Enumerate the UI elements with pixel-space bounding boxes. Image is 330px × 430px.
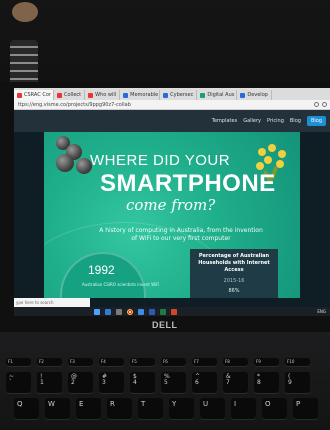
key-9[interactable]: (9 [285, 372, 310, 393]
nav-blog[interactable]: Blog [290, 118, 301, 124]
key-u[interactable]: U [200, 398, 225, 419]
task-view-icon[interactable] [94, 308, 100, 315]
key-3[interactable]: #3 [99, 372, 124, 393]
key-f5[interactable]: F5 [130, 358, 155, 366]
browser-tab[interactable]: CSRAC Cor [14, 90, 54, 100]
blog-button[interactable]: Blog [306, 116, 326, 126]
favicon-icon [88, 92, 94, 98]
browser-tab[interactable]: Cybersec [160, 90, 198, 100]
infographic-subtitle: A history of computing in Australia, fro… [99, 227, 263, 242]
stat-value: 86% [228, 288, 240, 294]
browser-tab-strip: CSRAC Cor Collect Who will Memorable Cyb… [14, 88, 330, 100]
site-header: Templates Gallery Pricing Blog Blog [14, 110, 330, 132]
browser-tab[interactable]: Develop [237, 90, 272, 100]
favicon-icon [123, 92, 129, 98]
star-icon[interactable] [314, 102, 319, 107]
timeline-caption: Australian CSIRO scientists invent WiFi [82, 282, 160, 287]
favicon-icon [200, 92, 206, 98]
excel-icon[interactable] [160, 308, 166, 315]
letter-key-row: Q W E R T Y U I O P [14, 398, 318, 419]
dell-logo: DELL [152, 320, 178, 330]
infographic-canvas: WHERE DID YOUR SMARTPHONE come from? A h… [44, 132, 300, 298]
laptop-screen: CSRAC Cor Collect Who will Memorable Cyb… [14, 88, 330, 316]
key-4[interactable]: $4 [130, 372, 155, 393]
key-q[interactable]: Q [14, 398, 39, 419]
headline-line-2: SMARTPHONE [100, 170, 276, 197]
key-p[interactable]: P [293, 398, 318, 419]
address-bar[interactable]: ttps://eng.visme.co/projects/9ppg90z7-co… [14, 100, 330, 110]
browser-tab[interactable]: Memorable [120, 90, 161, 100]
key-t[interactable]: T [138, 398, 163, 419]
file-explorer-icon[interactable] [116, 308, 122, 315]
key-7[interactable]: & 7 [223, 372, 248, 393]
url-text: ttps://eng.visme.co/projects/9ppg90z7-co… [18, 101, 131, 108]
key-5[interactable]: % 5 [161, 372, 186, 393]
windows-taskbar: ENG [14, 307, 330, 316]
mail-icon[interactable] [138, 308, 144, 315]
word-icon[interactable] [149, 308, 155, 315]
system-tray-language[interactable]: ENG [317, 309, 326, 314]
key-f9[interactable]: F9 [254, 358, 279, 366]
key-f10[interactable]: F10 [285, 358, 310, 366]
key-r[interactable]: R [107, 398, 132, 419]
stat-title: Percentage of Australian Households with… [198, 253, 270, 273]
search-placeholder: ype here to search [16, 300, 54, 305]
person-hand [12, 2, 38, 22]
key-6[interactable]: ^ 6 [192, 372, 217, 393]
function-key-row: F1 F2 F3 F4 F5 F6 F7 F8 F9 F10 [6, 358, 310, 366]
headline-line-3: come from? [126, 196, 216, 214]
key-2[interactable]: @2 [68, 372, 93, 393]
headline-line-1: WHERE DID YOUR [90, 152, 231, 169]
key-tilde[interactable]: ~ ` [6, 372, 31, 393]
favicon-icon [57, 92, 62, 98]
browser-tab[interactable]: Who will [85, 90, 121, 100]
key-f8[interactable]: F8 [223, 358, 248, 366]
key-f3[interactable]: F3 [68, 358, 93, 366]
nav-templates[interactable]: Templates [212, 118, 237, 124]
timeline-year: 1992 [88, 263, 115, 277]
key-i[interactable]: I [231, 398, 256, 419]
number-key-row: ~ ` ! 1 @2 #3 $4 % 5 ^ 6 & 7 * 8 (9 [6, 372, 310, 393]
favicon-icon [17, 92, 22, 98]
favicon-icon [240, 92, 246, 98]
key-8[interactable]: * 8 [254, 372, 279, 393]
key-w[interactable]: W [45, 398, 70, 419]
key-o[interactable]: O [262, 398, 287, 419]
key-f6[interactable]: F6 [161, 358, 186, 366]
menu-icon[interactable] [322, 102, 327, 107]
key-f1[interactable]: F1 [6, 358, 31, 366]
windows-search-box[interactable]: ype here to search [14, 298, 90, 307]
browser-tab[interactable]: Digital Aus [197, 90, 238, 100]
key-f7[interactable]: F7 [192, 358, 217, 366]
favicon-icon [163, 92, 169, 98]
key-f4[interactable]: F4 [99, 358, 124, 366]
key-f2[interactable]: F2 [37, 358, 62, 366]
nav-pricing[interactable]: Pricing [267, 118, 284, 124]
nav-gallery[interactable]: Gallery [243, 118, 261, 124]
chrome-icon[interactable] [127, 308, 133, 315]
key-1[interactable]: ! 1 [37, 372, 62, 393]
key-y[interactable]: Y [169, 398, 194, 419]
stat-year: 2015-16 [223, 278, 245, 284]
browser-tab[interactable]: Collect [54, 90, 86, 100]
edge-icon[interactable] [105, 308, 111, 315]
key-e[interactable]: E [76, 398, 101, 419]
powerpoint-icon[interactable] [171, 308, 177, 315]
internet-access-stat-box: Percentage of Australian Households with… [190, 249, 278, 298]
